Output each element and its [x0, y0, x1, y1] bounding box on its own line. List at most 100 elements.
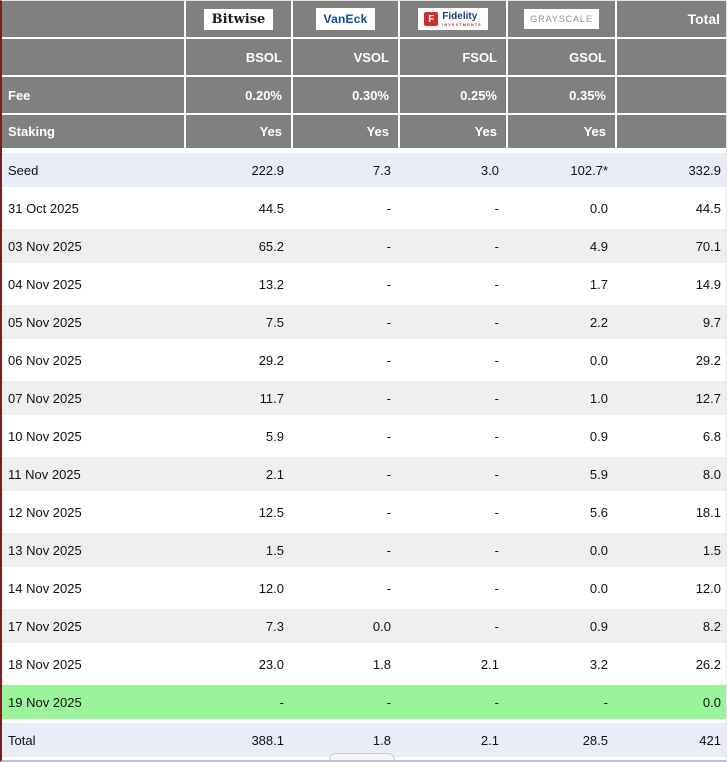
- row-label: 03 Nov 2025: [2, 229, 186, 267]
- total-cell: 18.1: [617, 495, 726, 533]
- staking-row: Staking Yes Yes Yes Yes: [2, 115, 726, 153]
- row-label: 06 Nov 2025: [2, 343, 186, 381]
- value-cell: 0.0: [508, 343, 617, 381]
- value-cell: 0.0: [508, 533, 617, 571]
- value-cell: -: [400, 533, 508, 571]
- ticker-fsol: FSOL: [400, 39, 508, 77]
- value-cell: 2.1: [186, 457, 293, 495]
- total-cell: 14.9: [617, 267, 726, 305]
- bitwise-logo: Bitwise: [204, 9, 274, 30]
- row-11-nov-2025: 11 Nov 2025 2.1 - - 5.9 8.0: [2, 457, 726, 495]
- row-label: 12 Nov 2025: [2, 495, 186, 533]
- value-cell: 13.2: [186, 267, 293, 305]
- value-cell: 5.9: [508, 457, 617, 495]
- value-cell: 222.9: [186, 153, 293, 191]
- staking-value: Yes: [293, 115, 400, 153]
- value-cell: -: [293, 533, 400, 571]
- value-cell: -: [400, 267, 508, 305]
- value-cell: 2.1: [400, 723, 508, 761]
- total-cell: 8.0: [617, 457, 726, 495]
- value-cell: 3.2: [508, 647, 617, 685]
- value-cell: 1.7: [508, 267, 617, 305]
- total-cell: 44.5: [617, 191, 726, 229]
- row-04-nov-2025: 04 Nov 2025 13.2 - - 1.7 14.9: [2, 267, 726, 305]
- fidelity-f-icon: F: [424, 12, 438, 26]
- row-label: 31 Oct 2025: [2, 191, 186, 229]
- row-31-oct-2025: 31 Oct 2025 44.5 - - 0.0 44.5: [2, 191, 726, 229]
- value-cell: -: [293, 191, 400, 229]
- blank-cell: [617, 115, 726, 153]
- total-cell: 12.0: [617, 571, 726, 609]
- total-column-header: Total: [617, 1, 726, 39]
- value-cell: -: [400, 571, 508, 609]
- blank-corner-cell: [2, 1, 186, 39]
- value-cell: 28.5: [508, 723, 617, 761]
- total-cell: 29.2: [617, 343, 726, 381]
- row-label: Total: [2, 723, 186, 761]
- value-cell: 2.1: [400, 647, 508, 685]
- value-cell: -: [400, 419, 508, 457]
- total-cell: 0.0: [617, 685, 726, 723]
- total-cell: 1.5: [617, 533, 726, 571]
- value-cell: -: [508, 685, 617, 723]
- vaneck-logo: VanEck: [316, 8, 376, 30]
- row-label: 10 Nov 2025: [2, 419, 186, 457]
- fidelity-subtext: INVESTMENTS: [442, 22, 481, 27]
- staking-value: Yes: [400, 115, 508, 153]
- value-cell: 12.5: [186, 495, 293, 533]
- logo-row: Bitwise VanEck F Fidelity INVESTMENTS: [2, 1, 726, 39]
- value-cell: -: [400, 457, 508, 495]
- total-cell: 421: [617, 723, 726, 761]
- staking-row-label: Staking: [2, 115, 186, 153]
- fee-value: 0.25%: [400, 77, 508, 115]
- value-cell: 0.9: [508, 419, 617, 457]
- value-cell: -: [293, 343, 400, 381]
- total-cell: 8.2: [617, 609, 726, 647]
- row-label: 04 Nov 2025: [2, 267, 186, 305]
- row-label: 19 Nov 2025: [2, 685, 186, 723]
- row-05-nov-2025: 05 Nov 2025 7.5 - - 2.2 9.7: [2, 305, 726, 343]
- row-18-nov-2025: 18 Nov 2025 23.0 1.8 2.1 3.2 26.2: [2, 647, 726, 685]
- value-cell: 4.9: [508, 229, 617, 267]
- row-12-nov-2025: 12 Nov 2025 12.5 - - 5.6 18.1: [2, 495, 726, 533]
- fidelity-header-cell: F Fidelity INVESTMENTS: [400, 1, 508, 39]
- total-cell: 12.7: [617, 381, 726, 419]
- value-cell: 0.0: [508, 571, 617, 609]
- bottom-drag-handle[interactable]: [329, 753, 395, 761]
- value-cell: 44.5: [186, 191, 293, 229]
- value-cell: -: [293, 685, 400, 723]
- value-cell: 23.0: [186, 647, 293, 685]
- value-cell: 65.2: [186, 229, 293, 267]
- value-cell: -: [400, 495, 508, 533]
- row-label: 18 Nov 2025: [2, 647, 186, 685]
- etf-flows-panel: Bitwise VanEck F Fidelity INVESTMENTS: [0, 0, 727, 762]
- row-label: 14 Nov 2025: [2, 571, 186, 609]
- value-cell: 7.3: [293, 153, 400, 191]
- bitwise-header-cell: Bitwise: [186, 1, 293, 39]
- value-cell: 0.9: [508, 609, 617, 647]
- vaneck-header-cell: VanEck: [293, 1, 400, 39]
- total-cell: 26.2: [617, 647, 726, 685]
- fee-row-label: Fee: [2, 77, 186, 115]
- value-cell: 7.3: [186, 609, 293, 647]
- value-cell: 102.7*: [508, 153, 617, 191]
- value-cell: -: [400, 381, 508, 419]
- row-label: 07 Nov 2025: [2, 381, 186, 419]
- grayscale-header-cell: GRAYSCALE: [508, 1, 617, 39]
- blank-cell: [2, 39, 186, 77]
- value-cell: 29.2: [186, 343, 293, 381]
- value-cell: -: [293, 229, 400, 267]
- value-cell: -: [293, 419, 400, 457]
- value-cell: -: [400, 609, 508, 647]
- fee-value: 0.20%: [186, 77, 293, 115]
- row-03-nov-2025: 03 Nov 2025 65.2 - - 4.9 70.1: [2, 229, 726, 267]
- ticker-row: BSOL VSOL FSOL GSOL: [2, 39, 726, 77]
- fidelity-logo: F Fidelity INVESTMENTS: [418, 8, 487, 30]
- row-label: 05 Nov 2025: [2, 305, 186, 343]
- row-19-nov-2025-highlighted: 19 Nov 2025 - - - - 0.0: [2, 685, 726, 723]
- value-cell: -: [186, 685, 293, 723]
- value-cell: -: [293, 305, 400, 343]
- value-cell: -: [400, 685, 508, 723]
- row-07-nov-2025: 07 Nov 2025 11.7 - - 1.0 12.7: [2, 381, 726, 419]
- row-13-nov-2025: 13 Nov 2025 1.5 - - 0.0 1.5: [2, 533, 726, 571]
